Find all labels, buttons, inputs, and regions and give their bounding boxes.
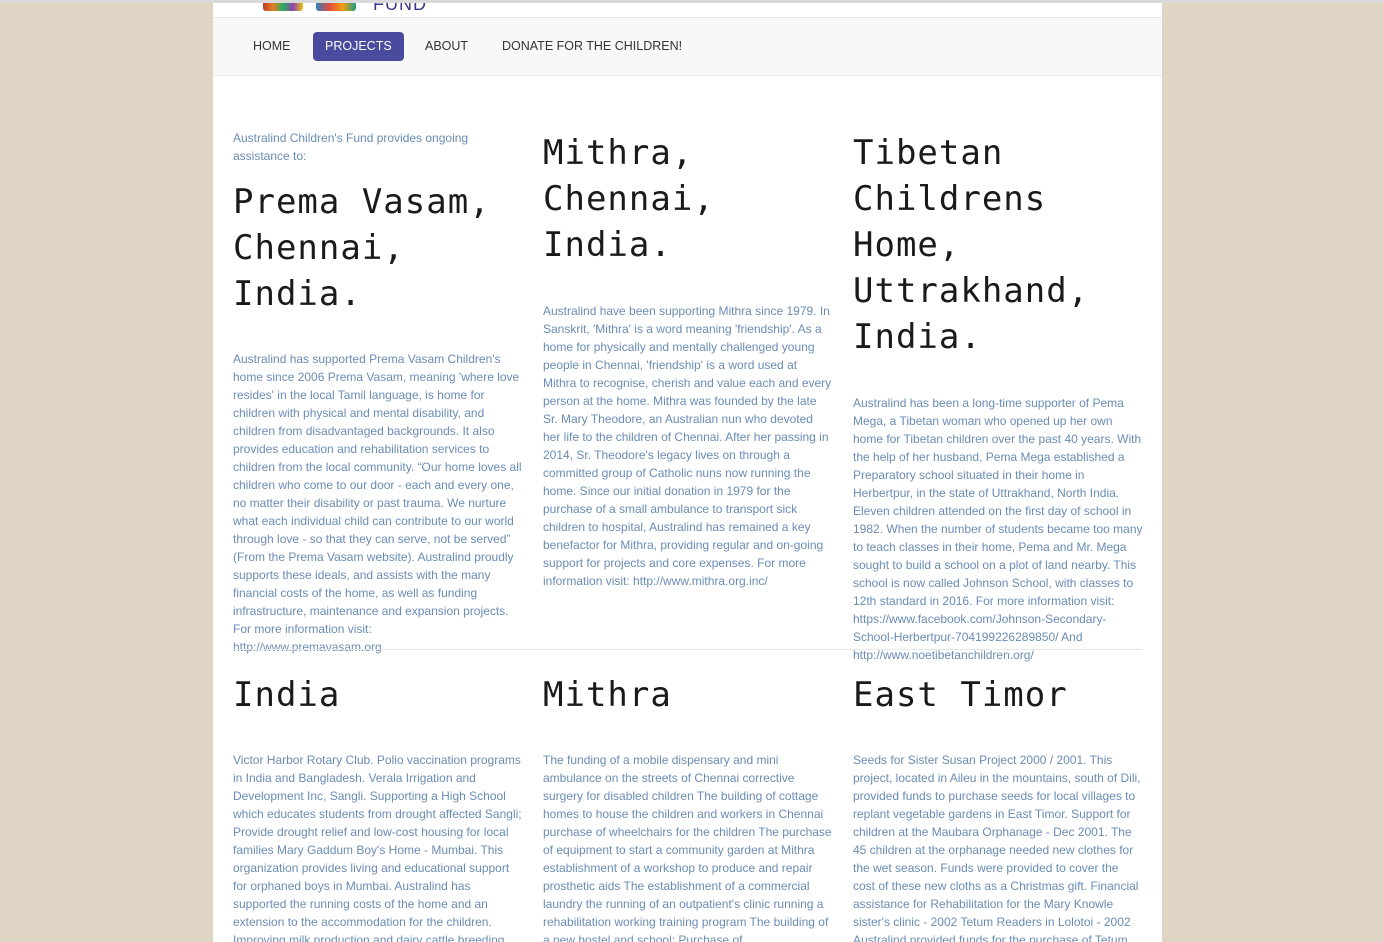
nav-donate[interactable]: DONATE FOR THE CHILDREN! — [490, 32, 694, 61]
project-tibetan-childrens-home: Tibetan Childrens Home, Uttrakhand, Indi… — [853, 130, 1143, 664]
main-navbar: HOME PROJECTS ABOUT DONATE FOR THE CHILD… — [213, 17, 1162, 76]
project-description: Victor Harbor Rotary Club. Polio vaccina… — [233, 753, 522, 942]
project-description: Seeds for Sister Susan Project 2000 / 20… — [853, 753, 1141, 942]
project-mithra: Mithra The funding of a mobile dispensar… — [543, 672, 833, 942]
project-heading: India — [233, 675, 341, 715]
project-heading: Tibetan Childrens Home, Uttrakhand, Indi… — [853, 133, 1090, 357]
section-divider — [233, 649, 1142, 650]
nav-about[interactable]: ABOUT — [413, 32, 480, 61]
project-heading: Mithra, Chennai, India. — [543, 133, 715, 265]
page-container: FUND HOME PROJECTS ABOUT DONATE FOR THE … — [213, 3, 1162, 942]
project-heading: East Timor — [853, 675, 1068, 715]
nav-home[interactable]: HOME — [241, 32, 303, 61]
intro-text: Australind Children's Fund provides ongo… — [233, 131, 469, 163]
project-india: India Victor Harbor Rotary Club. Polio v… — [233, 672, 523, 942]
project-description: Australind has supported Prema Vasam Chi… — [233, 352, 522, 654]
nav-projects[interactable]: PROJECTS — [313, 32, 404, 61]
logo-image-left — [263, 3, 303, 11]
project-heading: Mithra — [543, 675, 672, 715]
project-description: Australind have been supporting Mithra s… — [543, 304, 832, 588]
project-mithra-chennai: Mithra, Chennai, India. Australind have … — [543, 130, 833, 590]
project-east-timor: East Timor Seeds for Sister Susan Projec… — [853, 672, 1143, 942]
site-logo[interactable]: FUND — [213, 3, 1162, 15]
project-prema-vasam: Australind Children's Fund provides ongo… — [233, 129, 523, 656]
project-description: The funding of a mobile dispensary and m… — [543, 753, 832, 942]
logo-image-right — [316, 3, 356, 11]
project-description: Australind has been a long-time supporte… — [853, 396, 1143, 662]
project-heading: Prema Vasam, Chennai, India. — [233, 182, 491, 314]
logo-text: FUND — [373, 3, 427, 14]
